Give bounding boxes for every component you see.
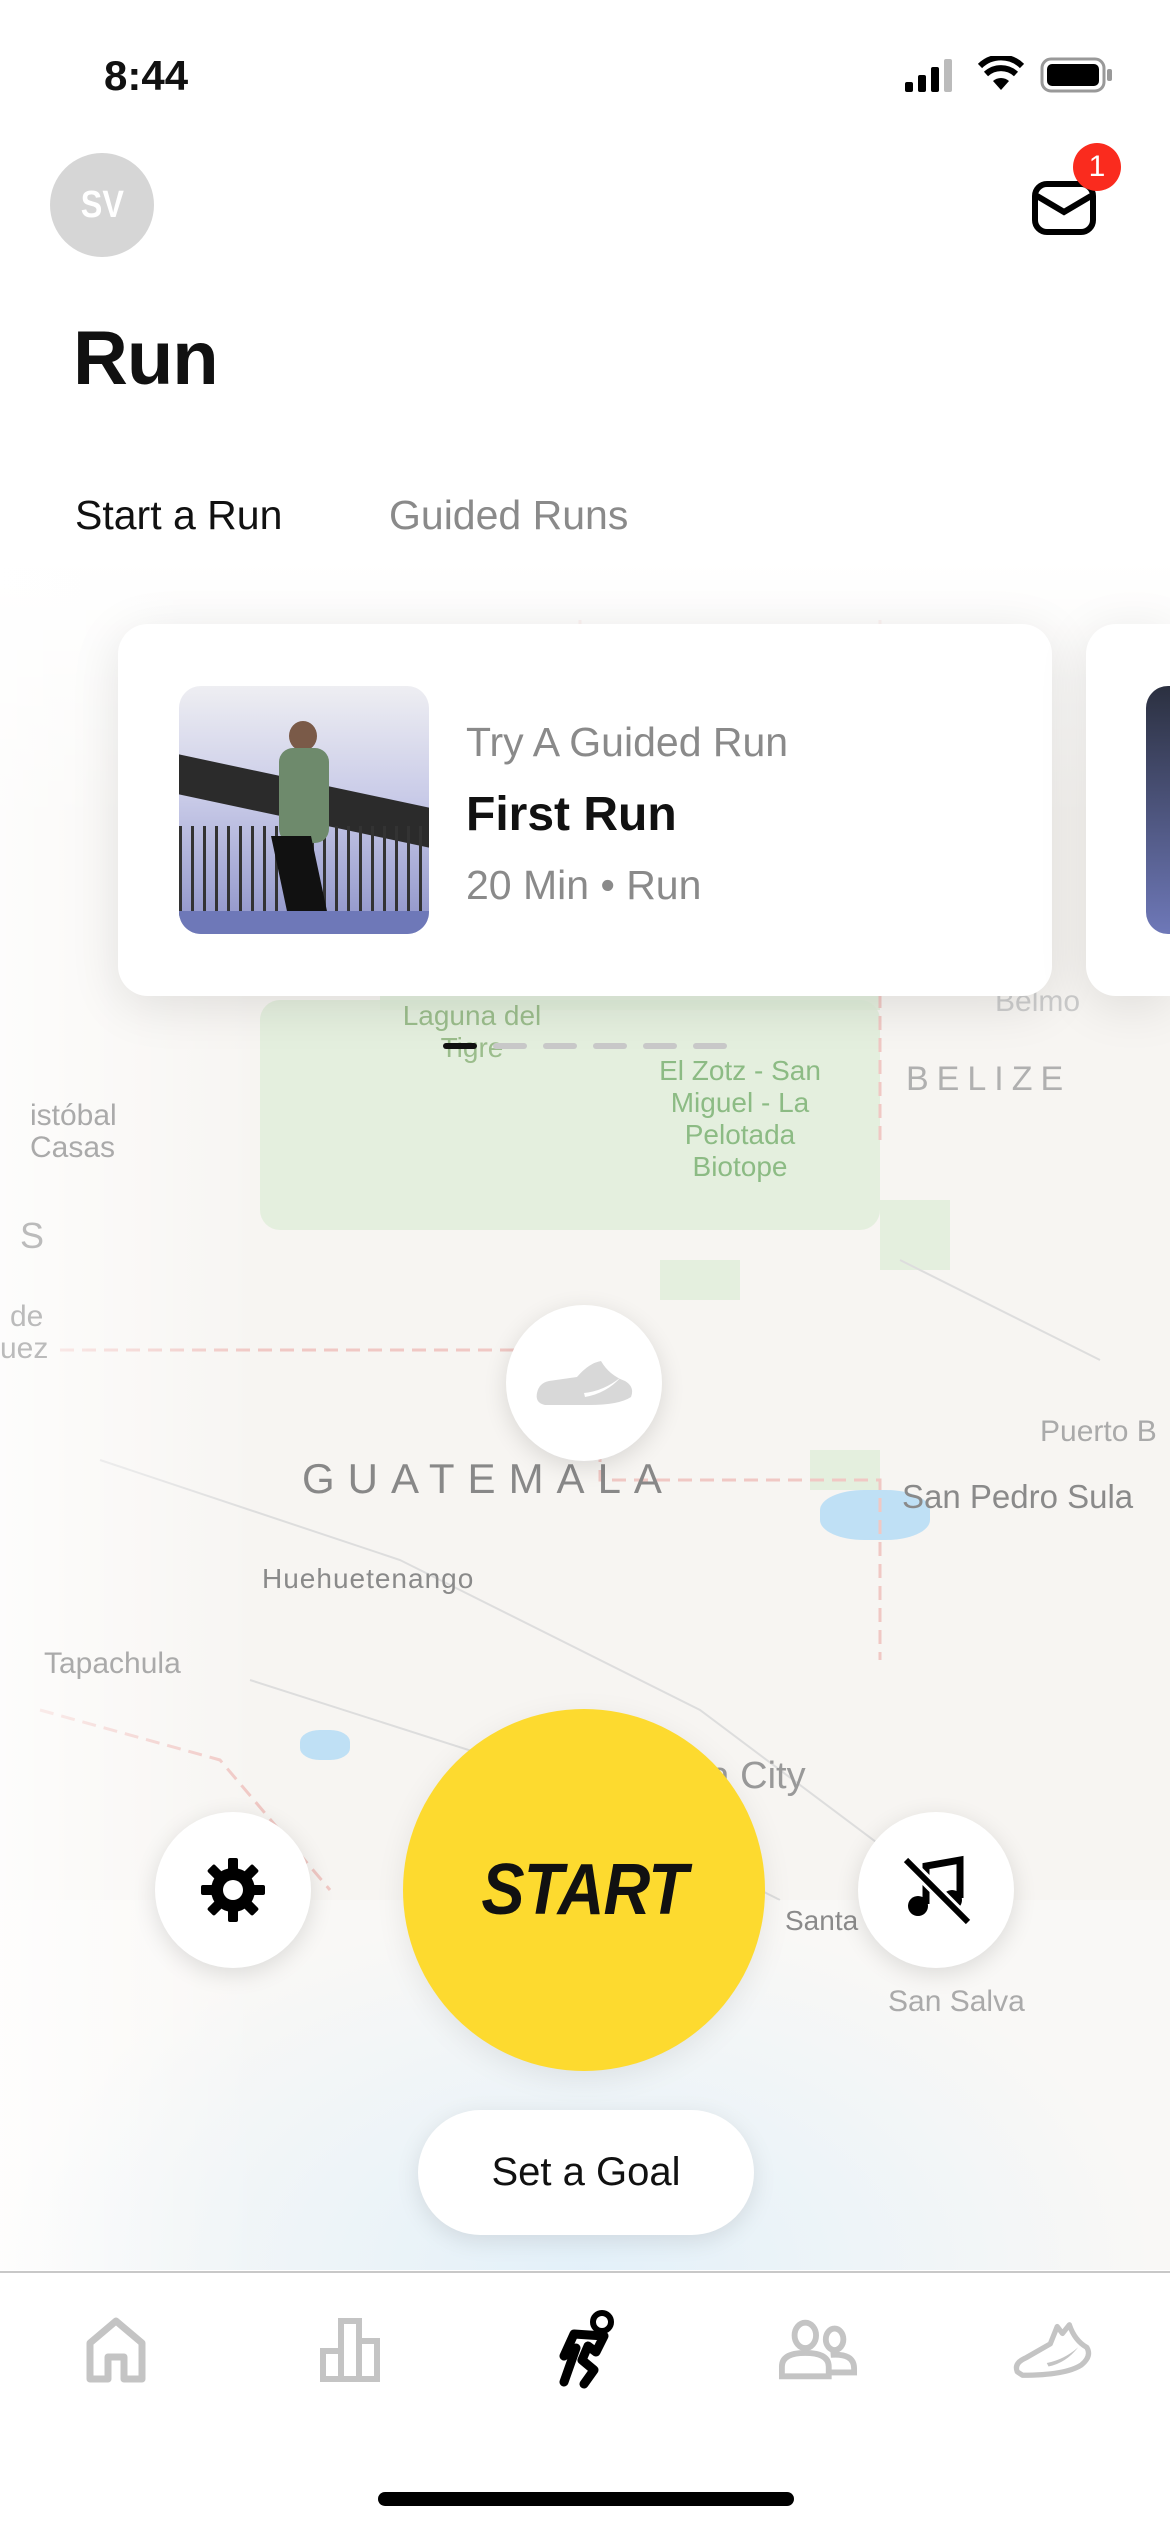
map-label: Tapachula: [44, 1647, 181, 1680]
carousel-dot[interactable]: [693, 1043, 727, 1049]
map-label: Laguna del Tigre: [402, 1000, 542, 1063]
status-time: 8:44: [104, 52, 189, 99]
shoe-icon: [536, 1361, 633, 1405]
home-indicator: [378, 2492, 794, 2506]
tab-guided-runs[interactable]: Guided Runs: [389, 492, 628, 539]
map-label: uez: [0, 1332, 49, 1365]
wifi-icon: [977, 54, 1025, 97]
battery-icon: [1040, 57, 1114, 98]
shoe-icon: [1013, 2322, 1092, 2378]
set-goal-label: Set a Goal: [491, 2150, 681, 2194]
map-label: El Zotz - San Miguel - La Pelotada Bioto…: [659, 1055, 821, 1182]
map-label: Puerto B: [1040, 1415, 1157, 1448]
map-label: San Salva: [888, 1985, 1025, 2018]
nav-shoes[interactable]: [1012, 2310, 1092, 2390]
card-eyebrow: Try A Guided Run: [466, 719, 789, 765]
tab-start-a-run[interactable]: Start a Run: [75, 492, 282, 539]
set-goal-button[interactable]: Set a Goal: [418, 2110, 754, 2235]
carousel-dot[interactable]: [593, 1043, 627, 1049]
carousel-dot-active[interactable]: [443, 1043, 477, 1049]
music-button[interactable]: [858, 1812, 1014, 1968]
gear-icon: [201, 1858, 265, 1922]
avatar[interactable]: SV: [50, 153, 154, 257]
start-label: START: [481, 1850, 687, 1930]
signal-icon: [905, 58, 953, 92]
next-guided-run-card[interactable]: [1086, 624, 1170, 996]
carousel-dot[interactable]: [493, 1043, 527, 1049]
map-label: istóbal Casas: [30, 1099, 117, 1164]
map-label: GUATEMALA: [302, 1455, 675, 1502]
page-title: Run: [73, 316, 219, 401]
map-label: San Pedro Sula: [902, 1478, 1134, 1515]
guided-run-image: [179, 686, 429, 934]
nav-club[interactable]: [778, 2310, 858, 2390]
carousel-dot[interactable]: [543, 1043, 577, 1049]
nav-activity[interactable]: [310, 2310, 390, 2390]
card-meta: 20 Min • Run: [466, 862, 702, 908]
run-settings-button[interactable]: [155, 1812, 311, 1968]
map-label: Huehuetenango: [262, 1563, 475, 1594]
start-button[interactable]: START: [403, 1709, 765, 2071]
map-label: BELIZE: [906, 1060, 1072, 1098]
nav-home[interactable]: [76, 2310, 156, 2390]
nav-run[interactable]: [544, 2310, 624, 2390]
card-title: First Run: [466, 788, 677, 841]
music-off-icon: [901, 1855, 973, 1927]
notification-badge: 1: [1073, 143, 1121, 191]
club-icon: [778, 2319, 858, 2380]
map-label: S: [20, 1215, 45, 1256]
carousel-dot[interactable]: [643, 1043, 677, 1049]
avatar-initials: SV: [80, 183, 124, 226]
location-marker[interactable]: [506, 1305, 662, 1461]
home-icon: [86, 2317, 146, 2383]
map-label: de: [10, 1300, 44, 1333]
guided-run-card[interactable]: Try A Guided Run First Run 20 Min • Run: [118, 624, 1052, 996]
activity-icon: [320, 2318, 380, 2382]
run-icon: [559, 2310, 614, 2389]
map-label: Santa: [785, 1905, 859, 1936]
